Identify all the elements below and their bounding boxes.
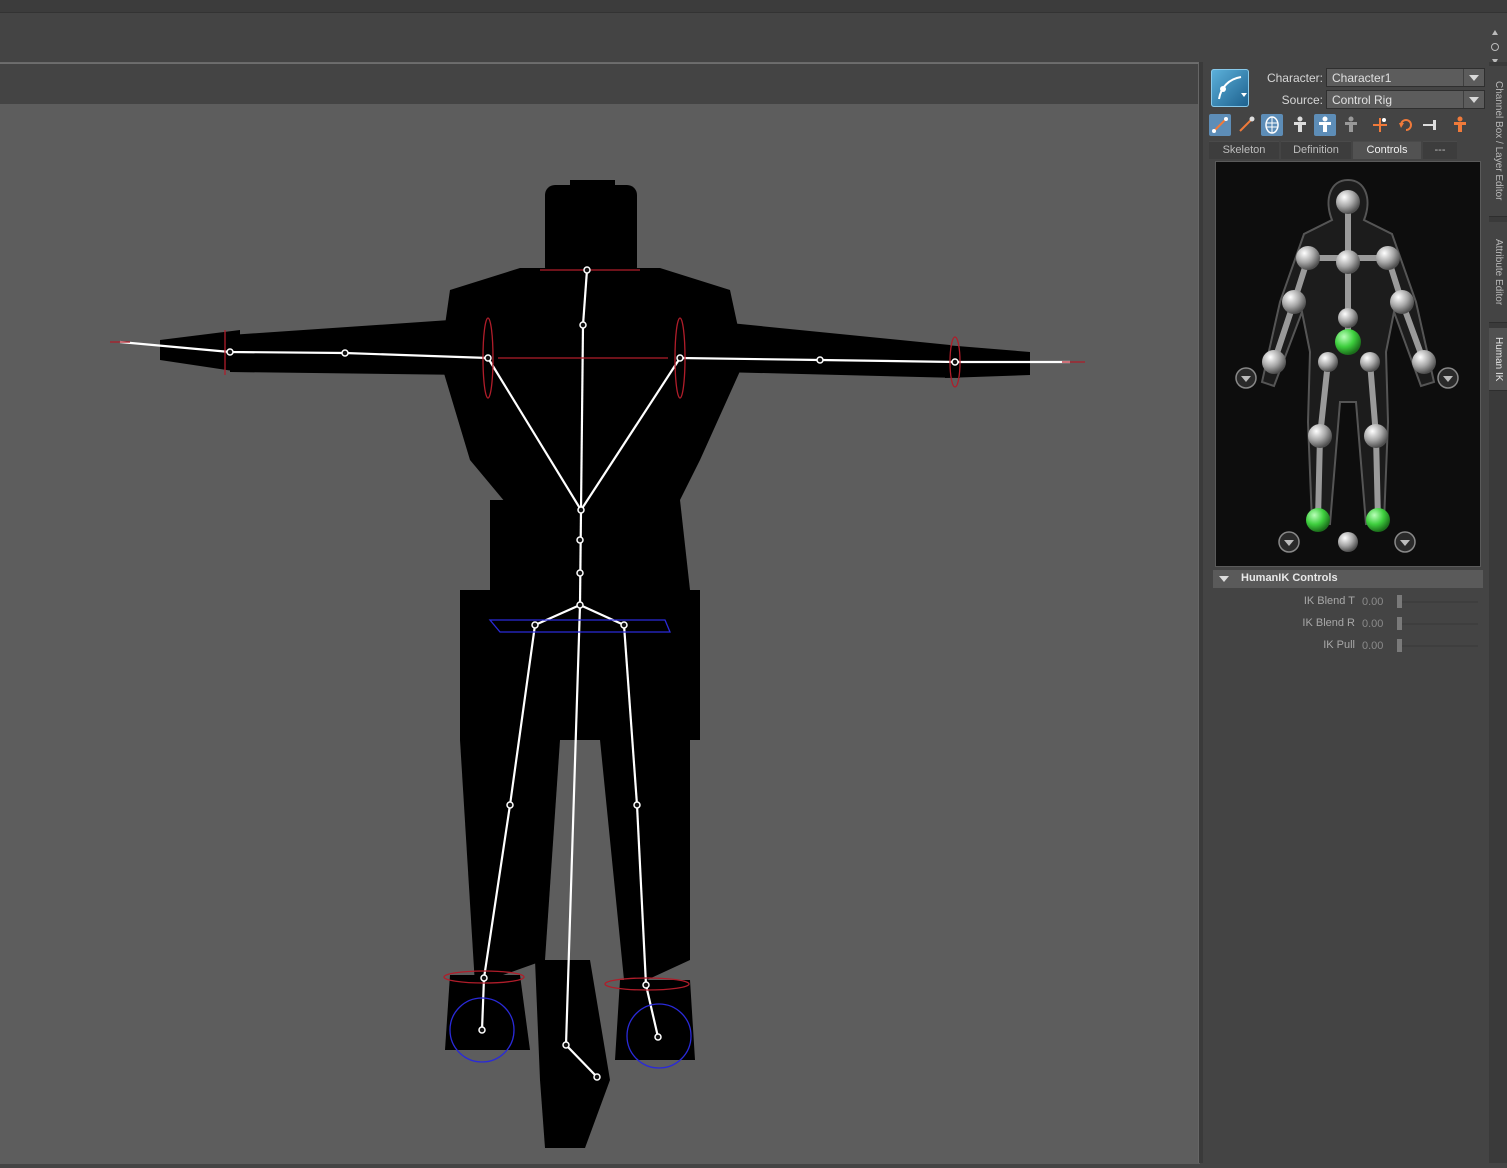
slider-ik-blend-t[interactable]: IK Blend T 0.00 — [1213, 592, 1483, 612]
3d-viewport[interactable] — [0, 104, 1199, 1163]
slider-ik-pull[interactable]: IK Pull 0.00 — [1213, 636, 1483, 656]
section-title: HumanIK Controls — [1241, 572, 1338, 584]
character-value: Character1 — [1332, 71, 1392, 85]
collapse-triangle-icon[interactable] — [1219, 576, 1229, 582]
source-label: Source: — [1281, 93, 1323, 107]
side-tab-strip: Channel Box / Layer Editor Attribute Edi… — [1489, 62, 1507, 1163]
slider-handle[interactable] — [1397, 595, 1402, 608]
humanik-tabs: Skeleton Definition Controls --- — [1209, 141, 1479, 159]
title-bar — [0, 0, 1507, 12]
chevron-down-icon — [1463, 69, 1484, 86]
humanik-controls-section[interactable]: HumanIK Controls — [1213, 570, 1483, 588]
body-part-icon[interactable] — [1314, 114, 1336, 136]
character-model[interactable] — [0, 104, 1198, 1163]
tab-attribute-editor[interactable]: Attribute Editor — [1489, 222, 1507, 323]
character-label: Character: — [1266, 71, 1323, 85]
pin-icon[interactable] — [1235, 114, 1257, 136]
edit-joint-icon[interactable] — [1209, 114, 1231, 136]
full-body-icon[interactable] — [1261, 114, 1283, 136]
slider-ik-blend-r[interactable]: IK Blend R 0.00 — [1213, 614, 1483, 634]
slider-label: IK Blend T — [1303, 595, 1355, 607]
slider-track[interactable] — [1398, 601, 1478, 603]
humanik-character-figure[interactable] — [1215, 161, 1481, 567]
humanik-logo-icon[interactable] — [1211, 69, 1249, 107]
tab-channel-box[interactable]: Channel Box / Layer Editor — [1489, 66, 1507, 217]
source-value: Control Rig — [1332, 93, 1393, 107]
slider-label: IK Blend R — [1302, 617, 1355, 629]
tab-more[interactable]: --- — [1423, 141, 1457, 159]
character-orange-icon[interactable] — [1449, 114, 1471, 136]
slider-handle[interactable] — [1397, 617, 1402, 630]
add-pivot-icon[interactable] — [1369, 114, 1391, 136]
viewport-header — [0, 63, 1199, 105]
slider-track[interactable] — [1398, 623, 1478, 625]
selection-icon[interactable] — [1340, 114, 1362, 136]
character-dropdown[interactable]: Character1 — [1326, 68, 1485, 87]
mirror-icon[interactable] — [1419, 114, 1441, 136]
reset-icon[interactable] — [1395, 114, 1417, 136]
slider-track[interactable] — [1398, 645, 1478, 647]
toolbar-scroll-icon[interactable] — [1489, 29, 1501, 65]
tab-human-ik[interactable]: Human IK — [1489, 328, 1507, 391]
character-icon[interactable] — [1289, 114, 1311, 136]
top-toolbar — [0, 12, 1507, 65]
humanik-toolbar — [1207, 114, 1477, 138]
slider-handle[interactable] — [1397, 639, 1402, 652]
slider-value[interactable]: 0.00 — [1359, 616, 1396, 632]
chevron-down-icon — [1463, 91, 1484, 108]
slider-label: IK Pull — [1323, 639, 1355, 651]
slider-value[interactable]: 0.00 — [1359, 594, 1396, 610]
tab-definition[interactable]: Definition — [1281, 141, 1351, 159]
tab-controls[interactable]: Controls — [1353, 141, 1421, 159]
slider-value[interactable]: 0.00 — [1359, 638, 1396, 654]
tab-skeleton[interactable]: Skeleton — [1209, 141, 1279, 159]
humanik-panel: Character: Character1 Source: Control Ri… — [1203, 62, 1489, 1163]
source-dropdown[interactable]: Control Rig — [1326, 90, 1485, 109]
